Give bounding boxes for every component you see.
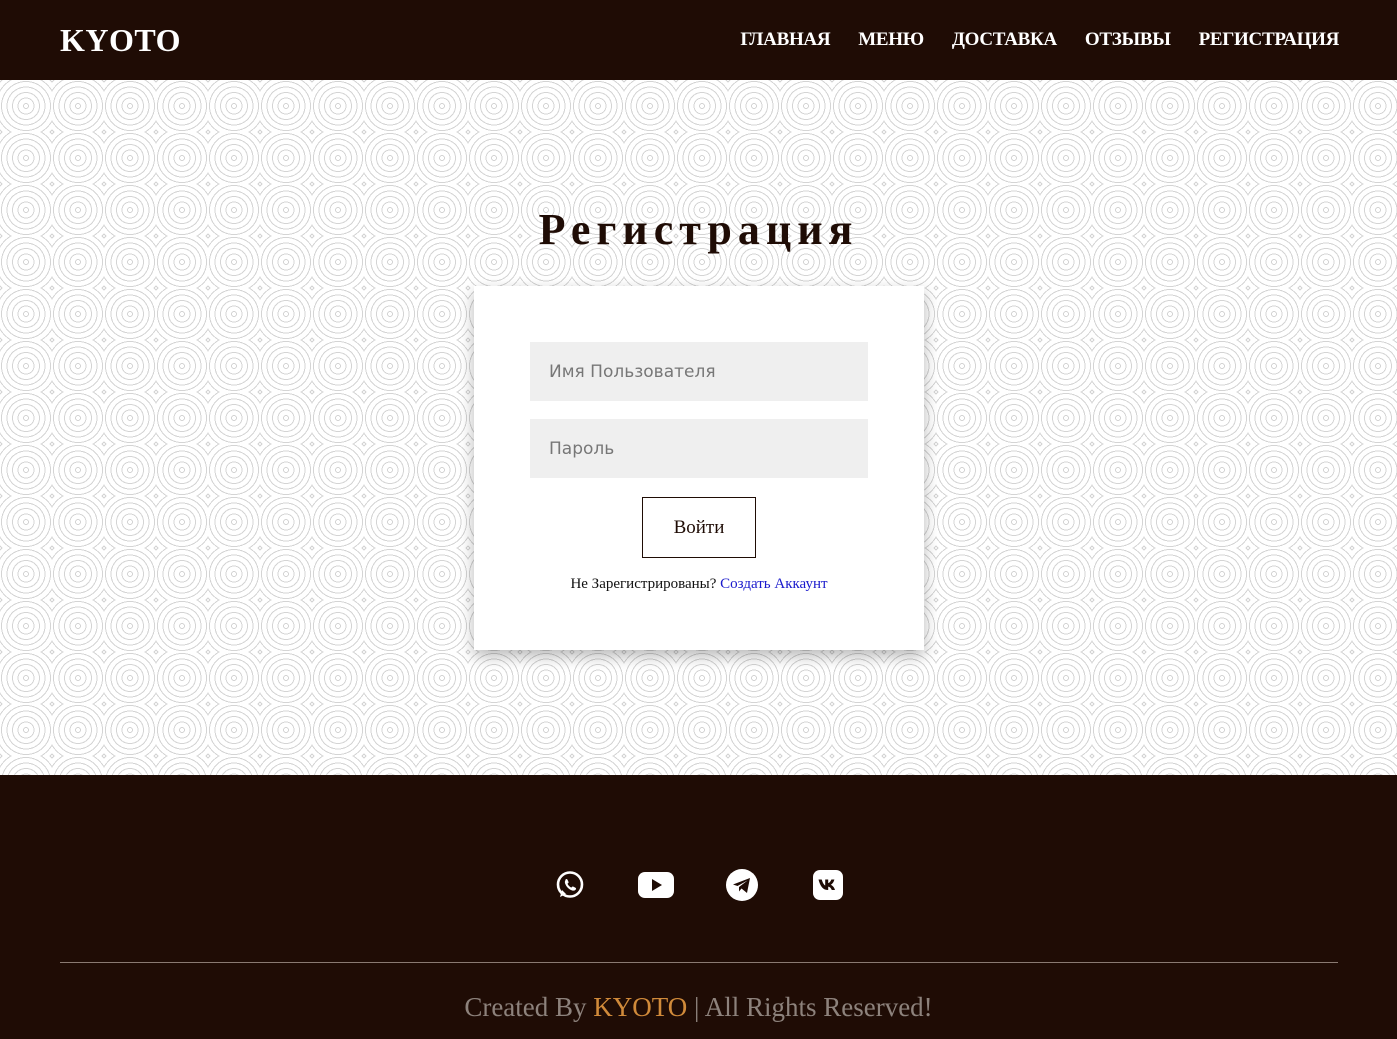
copyright-suffix: | All Rights Reserved!	[694, 992, 933, 1022]
login-button[interactable]: Войти	[642, 497, 756, 558]
signup-prompt: Не Зарегистрированы? Создать Аккаунт	[474, 576, 924, 593]
social-links	[0, 867, 1397, 903]
main-nav: ГЛАВНАЯ МЕНЮ ДОСТАВКА ОТЗЫВЫ РЕГИСТРАЦИЯ	[740, 29, 1339, 51]
site-header: KYOTO ГЛАВНАЯ МЕНЮ ДОСТАВКА ОТЗЫВЫ РЕГИС…	[0, 0, 1397, 80]
youtube-icon[interactable]	[637, 867, 674, 903]
username-input[interactable]	[530, 342, 868, 401]
nav-item-delivery[interactable]: ДОСТАВКА	[952, 29, 1057, 51]
nav-item-menu[interactable]: МЕНЮ	[858, 29, 924, 51]
copyright: Created By KYOTO | All Rights Reserved!	[0, 992, 1397, 1023]
page-title: Регистрация	[538, 205, 859, 254]
copyright-prefix: Created By	[464, 992, 587, 1022]
copyright-brand: KYOTO	[593, 992, 688, 1022]
create-account-link[interactable]: Создать Аккаунт	[720, 576, 827, 592]
nav-item-reviews[interactable]: ОТЗЫВЫ	[1085, 29, 1171, 51]
login-card: Войти Не Зарегистрированы? Создать Аккау…	[474, 286, 924, 650]
site-footer: Created By KYOTO | All Rights Reserved!	[0, 775, 1397, 1039]
site-logo[interactable]: KYOTO	[60, 22, 181, 59]
vk-icon[interactable]	[810, 867, 846, 903]
main-section: Регистрация Войти Не Зарегистрированы? С…	[0, 80, 1397, 775]
password-input[interactable]	[530, 419, 868, 478]
telegram-icon[interactable]	[724, 867, 760, 903]
nav-item-registration[interactable]: РЕГИСТРАЦИЯ	[1199, 29, 1340, 51]
signup-prompt-text: Не Зарегистрированы?	[570, 576, 717, 592]
nav-item-home[interactable]: ГЛАВНАЯ	[740, 29, 830, 51]
footer-divider	[60, 962, 1338, 963]
whatsapp-icon[interactable]	[552, 867, 588, 903]
